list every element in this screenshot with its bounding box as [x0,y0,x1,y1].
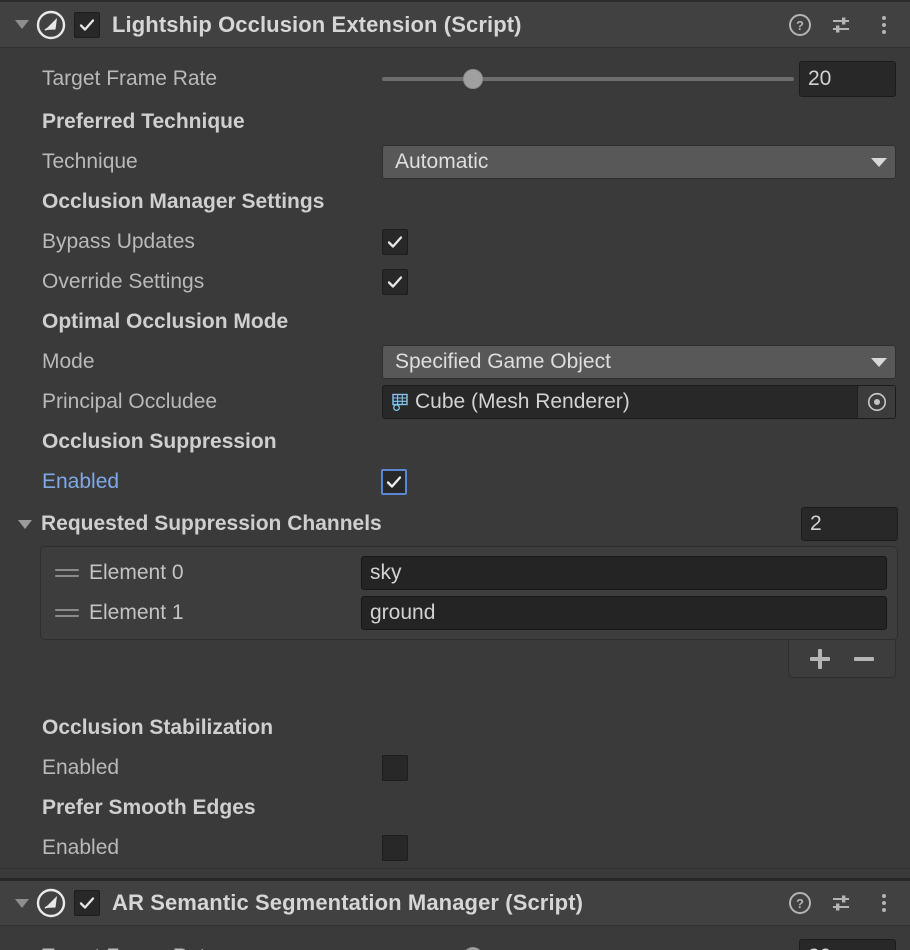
preset-sliders-icon[interactable] [830,13,854,37]
component-header-ar-semantic-segmentation-manager[interactable]: AR Semantic Segmentation Manager (Script… [0,878,910,926]
row-bypass-updates: Bypass Updates [0,222,910,262]
requested-suppression-channels-label: Requested Suppression Channels [41,512,382,536]
drag-handle-icon[interactable] [55,606,79,620]
component-title: Lightship Occlusion Extension (Script) [112,12,788,38]
unity-inspector-panel: Lightship Occlusion Extension (Script) ? [0,0,910,950]
requested-suppression-channels-foldout[interactable]: Requested Suppression Channels 2 [0,502,910,546]
prefer-smooth-edges-header-label: Prefer Smooth Edges [42,796,256,820]
chevron-down-icon [871,158,887,167]
stabilization-enabled-checkbox[interactable] [382,755,408,781]
component-enabled-checkbox[interactable] [74,890,100,916]
header-occlusion-suppression: Occlusion Suppression [0,422,910,462]
target-frame-rate-label: Target Frame Rate [42,67,217,91]
component-title: AR Semantic Segmentation Manager (Script… [112,890,788,916]
principal-occludee-object-field[interactable]: Cube (Mesh Renderer) [382,385,896,419]
foldout-arrow-icon[interactable] [12,15,32,35]
kebab-menu-icon[interactable] [872,891,896,915]
lightship-script-icon [36,888,66,918]
header-preferred-technique: Preferred Technique [0,102,910,142]
target-frame-rate-label: Target Frame Rate [42,945,217,950]
element-label: Element 0 [89,561,361,585]
row-target-frame-rate-2: Target Frame Rate 20 [0,934,910,950]
row-smooth-edges-enabled: Enabled [0,828,910,868]
mesh-renderer-icon [390,391,412,413]
mode-dropdown[interactable]: Specified Game Object [382,345,896,379]
header-optimal-occlusion-mode: Optimal Occlusion Mode [0,302,910,342]
lightship-script-icon [36,10,66,40]
add-element-button[interactable] [807,646,833,672]
header-occlusion-manager-settings: Occlusion Manager Settings [0,182,910,222]
array-size-field[interactable]: 2 [801,507,898,541]
component-enabled-checkbox[interactable] [74,12,100,38]
element-text-input[interactable]: ground [361,596,887,630]
bypass-updates-label: Bypass Updates [42,230,195,254]
row-mode: Mode Specified Game Object [0,342,910,382]
preferred-technique-header-label: Preferred Technique [42,110,245,134]
kebab-menu-icon[interactable] [872,13,896,37]
principal-occludee-value: Cube (Mesh Renderer) [415,390,857,414]
svg-text:?: ? [796,18,804,33]
svg-text:?: ? [796,896,804,911]
element-label: Element 1 [89,601,361,625]
header-occlusion-stabilization: Occlusion Stabilization [0,708,910,748]
help-icon[interactable]: ? [788,891,812,915]
override-settings-label: Override Settings [42,270,204,294]
array-element-row[interactable]: Element 1 ground [41,593,897,633]
mode-value: Specified Game Object [395,350,871,374]
object-picker-icon[interactable] [857,386,895,418]
component-header-occlusion-extension[interactable]: Lightship Occlusion Extension (Script) ? [0,0,910,48]
header-prefer-smooth-edges: Prefer Smooth Edges [0,788,910,828]
preset-sliders-icon[interactable] [830,891,854,915]
smooth-edges-enabled-checkbox[interactable] [382,835,408,861]
occlusion-manager-header-label: Occlusion Manager Settings [42,190,324,214]
remove-element-button[interactable] [851,646,877,672]
target-frame-rate-slider[interactable] [382,69,794,89]
smooth-edges-enabled-label: Enabled [42,836,119,860]
array-footer [40,640,898,678]
row-override-settings: Override Settings [0,262,910,302]
array-element-row[interactable]: Element 0 sky [41,553,897,593]
override-settings-checkbox[interactable] [382,269,408,295]
row-suppression-enabled: Enabled [0,462,910,502]
foldout-arrow-icon[interactable] [12,893,32,913]
component-divider [0,868,910,878]
row-principal-occludee: Principal Occludee Cube (Mesh Renderer) [0,382,910,422]
suppression-enabled-label: Enabled [42,470,119,494]
spacer [0,926,910,934]
technique-dropdown[interactable]: Automatic [382,145,896,179]
principal-occludee-label: Principal Occludee [42,390,217,414]
drag-handle-icon[interactable] [55,566,79,580]
spacer [0,48,910,56]
suppression-enabled-checkbox[interactable] [381,469,407,495]
row-technique: Technique Automatic [0,142,910,182]
optimal-occlusion-header-label: Optimal Occlusion Mode [42,310,288,334]
mode-label: Mode [42,350,95,374]
technique-value: Automatic [395,150,871,174]
row-stabilization-enabled: Enabled [0,748,910,788]
occlusion-suppression-header-label: Occlusion Suppression [42,430,277,454]
bypass-updates-checkbox[interactable] [382,229,408,255]
row-target-frame-rate: Target Frame Rate 20 [0,56,910,102]
element-text-input[interactable]: sky [361,556,887,590]
spacer [0,678,910,708]
technique-label: Technique [42,150,138,174]
stabilization-enabled-label: Enabled [42,756,119,780]
help-icon[interactable]: ? [788,13,812,37]
array-elements-box: Element 0 sky Element 1 ground [40,546,898,640]
target-frame-rate-value[interactable]: 20 [799,61,896,97]
chevron-down-icon [871,358,887,367]
foldout-arrow-icon[interactable] [18,520,32,529]
target-frame-rate-value[interactable]: 20 [799,939,896,950]
occlusion-stabilization-header-label: Occlusion Stabilization [42,716,273,740]
